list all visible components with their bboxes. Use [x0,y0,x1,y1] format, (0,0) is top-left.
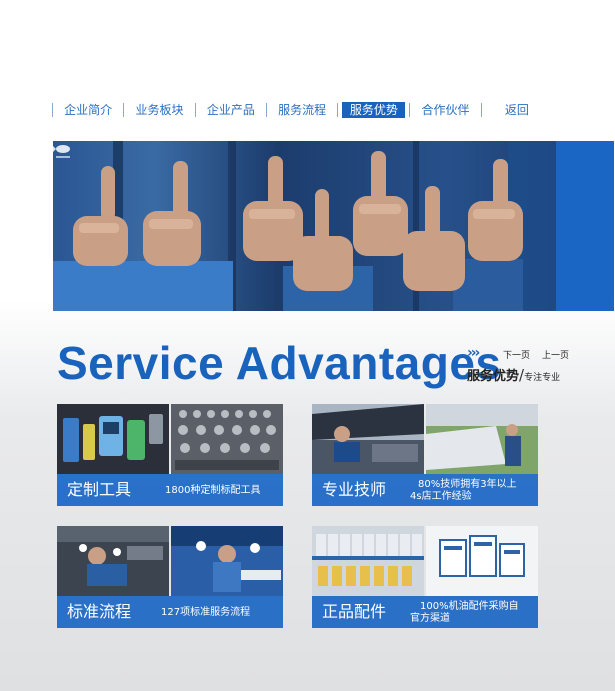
card-genuine-parts[interactable]: 正品配件 100%机油配件采购自 官方渠道 [312,526,538,628]
card-title: 定制工具 [67,480,132,499]
subtitle-text: 服务优势 [467,369,520,384]
nav-item-partners[interactable]: 合作伙伴 [410,102,480,118]
card-desc: 127项标准服务流程 [161,607,251,618]
filter-boxes-photo [426,526,538,596]
card-desc-line2: 4s店工作经验 [410,491,472,502]
oil-bottles-shelf-photo [312,526,424,596]
banner-blue-panel [556,141,614,311]
card-title: 专业技师 [322,480,387,499]
nav-item-products[interactable]: 企业产品 [196,102,266,118]
diagnostic-tools-photo [57,404,169,474]
subtitle-tag: 专注专业 [524,373,561,383]
fish-logo-icon [53,145,70,158]
nav-item-back[interactable]: 返回 [482,102,552,118]
thumbs-up-hands-image [53,141,556,311]
card-desc: 1800种定制标配工具 [165,485,261,496]
card-desc-line1: 100%机油配件采购自 [420,601,519,612]
section-subtitle: 服务优势/专注专业 [467,365,560,384]
technician-with-car-photo [426,404,538,474]
pager: 下一页 上一页 [503,348,569,361]
technician-gloves-photo [171,526,283,596]
card-title: 正品配件 [322,602,387,621]
nav-item-service-process[interactable]: 服务流程 [267,102,337,118]
card-custom-tools[interactable]: 定制工具 1800种定制标配工具 [57,404,283,506]
mechanic-under-hood-photo [312,404,424,474]
card-pro-technicians[interactable]: 专业技师 80%技师拥有3年以上 4s店工作经验 [312,404,538,506]
hero-banner [53,141,614,311]
nav-item-service-advantages[interactable]: 服务优势 [342,102,406,118]
socket-tray-photo [171,404,283,474]
arrows-icon: ››› [467,345,480,361]
next-page-link[interactable]: 下一页 [503,348,530,361]
page-title: Service Advantages [57,337,502,389]
card-desc-line1: 80%技师拥有3年以上 [418,479,517,490]
card-title: 标准流程 [67,602,132,621]
mechanic-under-car-photo [57,526,169,596]
top-nav: 企业简介 业务板块 企业产品 服务流程 服务优势 合作伙伴 返回 [52,101,552,119]
card-standard-process[interactable]: 标准流程 127项标准服务流程 [57,526,283,628]
nav-item-company-intro[interactable]: 企业简介 [53,102,123,118]
card-desc-line2: 官方渠道 [410,613,450,624]
nav-divider [337,103,339,117]
nav-item-business[interactable]: 业务板块 [124,102,194,118]
prev-page-link[interactable]: 上一页 [542,348,569,361]
